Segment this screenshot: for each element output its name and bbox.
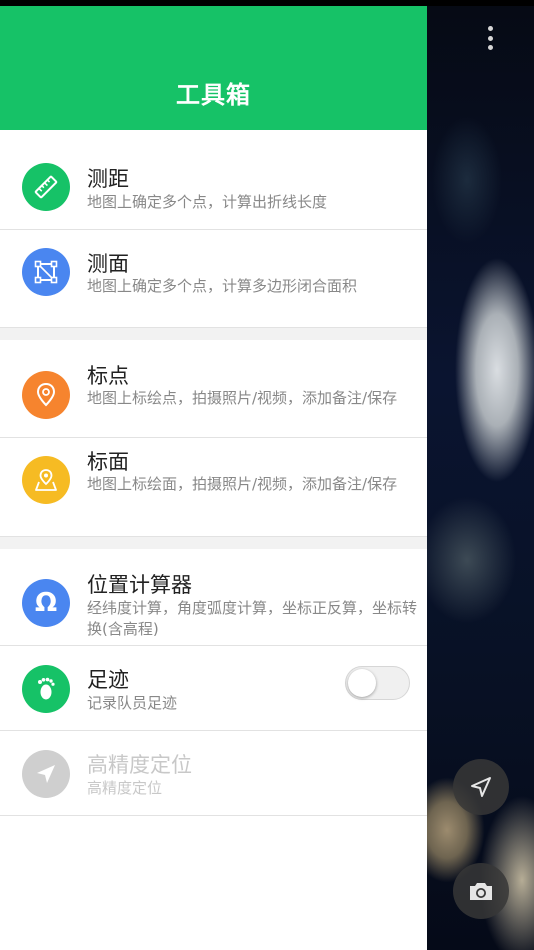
navigation-arrow-icon xyxy=(37,765,55,783)
tool-item-high-precision-location[interactable]: 高精度定位 高精度定位 xyxy=(0,731,427,815)
tool-description: 地图上标绘点，拍摄照片/视频，添加备注/保存 xyxy=(87,389,398,407)
navigation-arrow-icon xyxy=(471,777,491,797)
tool-item-position-calculator[interactable]: Ω 位置计算器 经纬度计算，角度弧度计算，坐标正反算，坐标转换(含高程) xyxy=(0,549,427,645)
tool-description: 经纬度计算，角度弧度计算，坐标正反算，坐标转换(含高程) xyxy=(87,599,418,638)
ruler-icon-badge xyxy=(22,163,70,211)
more-vertical-icon[interactable] xyxy=(484,26,496,50)
tool-title: 高精度定位 xyxy=(87,753,192,777)
tool-description: 地图上确定多个点，计算多边形闭合面积 xyxy=(87,277,358,295)
omega-icon: Ω xyxy=(34,588,58,618)
tool-title: 测面 xyxy=(87,252,129,276)
area-pin-icon-badge xyxy=(22,456,70,504)
camera-button[interactable] xyxy=(453,863,509,919)
location-pin-icon-badge xyxy=(22,371,70,419)
tool-title: 标点 xyxy=(87,364,129,388)
ruler-icon xyxy=(34,175,58,199)
section-gap xyxy=(0,537,427,549)
divider xyxy=(0,815,427,816)
tool-item-distance[interactable]: 测距 地图上确定多个点，计算出折线长度 xyxy=(0,131,427,229)
tool-title: 位置计算器 xyxy=(87,573,192,597)
camera-icon xyxy=(470,883,492,900)
location-pin-icon xyxy=(36,382,56,407)
locate-button[interactable] xyxy=(453,759,509,815)
tool-description: 高精度定位 xyxy=(87,779,163,797)
tool-title: 足迹 xyxy=(87,668,129,692)
tool-title: 测距 xyxy=(87,167,129,191)
drawer-header: 工具箱 xyxy=(0,6,427,130)
tool-item-mark-area[interactable]: 标面 地图上标绘面，拍摄照片/视频，添加备注/保存 xyxy=(0,438,427,536)
status-bar xyxy=(427,0,534,6)
toolbox-drawer: 工具箱 测距 地图上确定多个点，计算出折线长度 测面 地图上确定多个点，计算多边… xyxy=(0,0,427,950)
footprint-icon-badge xyxy=(22,665,70,713)
section-gap xyxy=(0,328,427,340)
tool-description: 地图上确定多个点，计算出折线长度 xyxy=(87,193,328,211)
page-title: 工具箱 xyxy=(176,81,251,109)
area-pin-icon xyxy=(35,469,57,491)
tool-item-area[interactable]: 测面 地图上确定多个点，计算多边形闭合面积 xyxy=(0,230,427,327)
tool-description: 地图上标绘面，拍摄照片/视频，添加备注/保存 xyxy=(87,475,398,493)
footprint-icon xyxy=(38,677,55,700)
toggle-knob xyxy=(348,669,376,697)
area-polygon-icon-badge xyxy=(22,248,70,296)
omega-icon-badge: Ω xyxy=(22,579,70,627)
navigation-arrow-icon-badge xyxy=(22,750,70,798)
footprint-toggle[interactable] xyxy=(345,666,410,700)
area-polygon-icon xyxy=(34,260,58,284)
tool-title: 标面 xyxy=(87,450,129,474)
tool-item-mark-point[interactable]: 标点 地图上标绘点，拍摄照片/视频，添加备注/保存 xyxy=(0,340,427,437)
